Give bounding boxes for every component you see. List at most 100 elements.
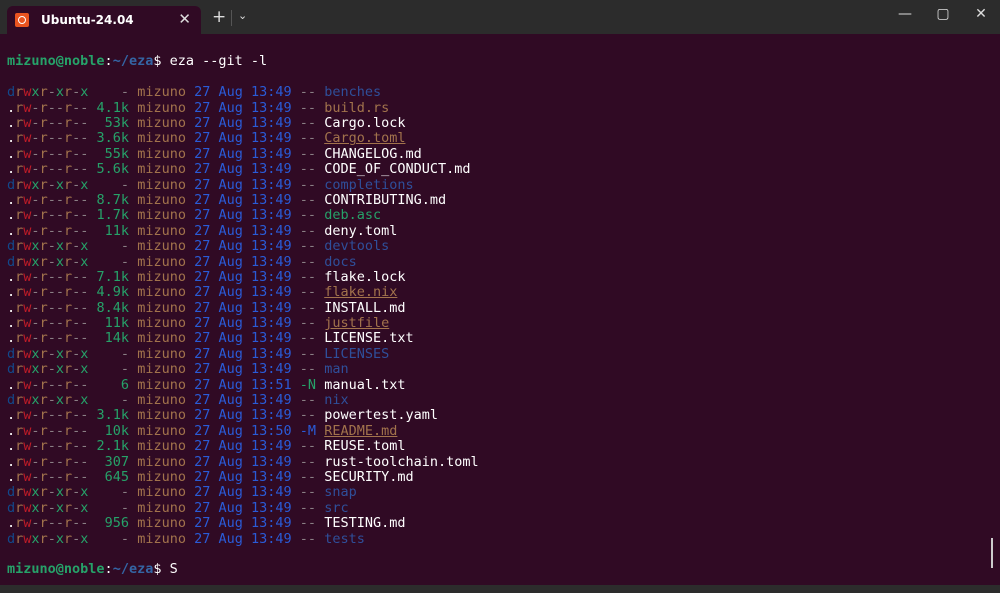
owner: mizuno [137,499,186,516]
close-tab-icon[interactable]: ✕ [178,10,191,28]
owner: mizuno [137,315,186,332]
file-name: man [324,361,349,378]
owner: mizuno [137,253,186,270]
file-name: TESTING.md [324,515,406,532]
owner: mizuno [137,176,186,193]
file-name: deb.asc [324,207,382,224]
file-size: - [120,484,130,501]
modified-date: 27 Aug 13:49 [194,161,292,178]
modified-date: 27 Aug 13:49 [194,145,292,162]
owner: mizuno [137,299,186,316]
modified-date: 27 Aug 13:49 [194,315,292,332]
file-name: flake.nix [324,284,398,301]
owner: mizuno [137,84,186,101]
permissions: drwxr-xr-x [7,499,89,516]
tab-ubuntu[interactable]: Ubuntu-24.04 ✕ [7,6,201,34]
modified-date: 27 Aug 13:49 [194,268,292,285]
file-name: deny.toml [324,222,398,239]
permissions: .rw-r--r-- [7,222,89,239]
git-status: -M [299,422,317,439]
file-size: - [120,345,130,362]
list-item: .rw-r--r-- 307 mizuno 27 Aug 13:49 -- ru… [7,453,1000,470]
chevron-down-icon[interactable]: ⌄ [238,9,247,22]
permissions: drwxr-xr-x [7,345,89,362]
file-size: 11k [104,315,130,332]
git-status: -- [299,191,317,208]
file-name: manual.txt [324,376,406,393]
file-name: CODE_OF_CONDUCT.md [324,161,471,178]
permissions: drwxr-xr-x [7,238,89,255]
git-status: -- [299,299,317,316]
list-item: .rw-r--r-- 4.1k mizuno 27 Aug 13:49 -- b… [7,99,1000,116]
terminal-output[interactable]: mizuno@noble:~/eza$ eza --git -l drwxr-x… [0,34,1000,585]
file-size: 14k [104,330,130,347]
list-item: .rw-r--r-- 8.7k mizuno 27 Aug 13:49 -- C… [7,191,1000,208]
git-status: -- [299,438,317,455]
owner: mizuno [137,99,186,116]
new-tab-button[interactable]: + [212,7,226,27]
permissions: .rw-r--r-- [7,268,89,285]
git-status: -- [299,99,317,116]
list-item: .rw-r--r-- 8.4k mizuno 27 Aug 13:49 -- I… [7,299,1000,316]
close-window-button[interactable]: ✕ [966,6,996,22]
git-status: -- [299,145,317,162]
modified-date: 27 Aug 13:49 [194,253,292,270]
permissions: .rw-r--r-- [7,422,89,439]
modified-date: 27 Aug 13:49 [194,345,292,362]
file-size: - [120,253,130,270]
file-name: LICENSES [324,345,390,362]
modified-date: 27 Aug 13:49 [194,176,292,193]
list-item: drwxr-xr-x - mizuno 27 Aug 13:49 -- comp… [7,176,1000,193]
git-status: -- [299,207,317,224]
maximize-button[interactable]: ▢ [928,6,958,22]
tab-title: Ubuntu-24.04 [41,13,134,27]
modified-date: 27 Aug 13:49 [194,99,292,116]
list-item: .rw-r--r-- 2.1k mizuno 27 Aug 13:49 -- R… [7,438,1000,455]
prompt-path: ~/eza [112,561,154,578]
modified-date: 27 Aug 13:51 [194,376,292,393]
file-size: - [120,238,130,255]
owner: mizuno [137,207,186,224]
list-item: .rw-r--r-- 4.9k mizuno 27 Aug 13:49 -- f… [7,284,1000,301]
file-name: devtools [324,238,390,255]
permissions: drwxr-xr-x [7,361,89,378]
file-size: 55k [104,145,130,162]
list-item: .rw-r--r-- 956 mizuno 27 Aug 13:49 -- TE… [7,515,1000,532]
git-status: -- [299,176,317,193]
modified-date: 27 Aug 13:49 [194,299,292,316]
file-name: rust-toolchain.toml [324,453,479,470]
file-name: justfile [324,315,390,332]
file-size: 10k [104,422,130,439]
file-size: - [120,84,130,101]
git-status: -- [299,484,317,501]
owner: mizuno [137,392,186,409]
git-status: -- [299,530,317,547]
scrollbar[interactable] [991,538,993,568]
list-item: drwxr-xr-x - mizuno 27 Aug 13:49 -- devt… [7,238,1000,255]
file-size: 6 [120,376,130,393]
minimize-button[interactable]: — [890,6,920,22]
file-size: - [120,530,130,547]
permissions: .rw-r--r-- [7,161,89,178]
command: eza --git -l [161,53,268,70]
file-size: 2.1k [96,438,130,455]
prompt-line-current[interactable]: mizuno@noble:~/eza$ S [7,562,1000,577]
owner: mizuno [137,438,186,455]
list-item: drwxr-xr-x - mizuno 27 Aug 13:49 -- snap [7,484,1000,501]
file-size: - [120,361,130,378]
command-input[interactable]: S [161,561,178,577]
owner: mizuno [137,238,186,255]
permissions: .rw-r--r-- [7,284,89,301]
list-item: drwxr-xr-x - mizuno 27 Aug 13:49 -- benc… [7,84,1000,101]
list-item: .rw-r--r-- 1.7k mizuno 27 Aug 13:49 -- d… [7,207,1000,224]
owner: mizuno [137,161,186,178]
file-name: INSTALL.md [324,299,406,316]
list-item: .rw-r--r-- 5.6k mizuno 27 Aug 13:49 -- C… [7,161,1000,178]
file-size: 1.7k [96,207,130,224]
permissions: .rw-r--r-- [7,130,89,147]
ubuntu-icon [15,13,29,27]
modified-date: 27 Aug 13:49 [194,407,292,424]
file-size: 7.1k [96,268,130,285]
git-status: -- [299,392,317,409]
file-size: 645 [104,468,130,485]
